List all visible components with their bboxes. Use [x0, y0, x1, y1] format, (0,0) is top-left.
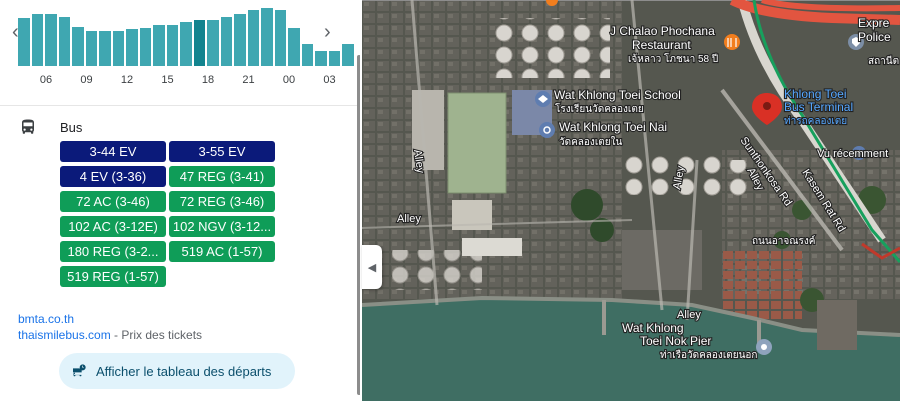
triangle-left-icon: ◀	[367, 261, 377, 274]
histogram-bar[interactable]	[342, 44, 354, 66]
label-recent: Vu récemment	[817, 148, 888, 160]
school-marker[interactable]	[535, 91, 551, 107]
label-chalao-2: Restaurant	[632, 38, 691, 52]
thaismile-link[interactable]: thaismilebus.com - Prix des tickets	[18, 327, 202, 343]
label-terminal-thai: ท่ารถคลองเตย	[784, 116, 847, 127]
green-roof-building	[447, 92, 507, 194]
show-departures-button[interactable]: Afficher le tableau des départs	[59, 353, 295, 389]
divider	[0, 105, 358, 106]
red-roof-cluster	[722, 250, 802, 320]
histogram-bar[interactable]	[315, 51, 327, 66]
hour-label: 18	[201, 74, 215, 86]
histogram-bar[interactable]	[166, 25, 178, 66]
route-chip[interactable]: 47 REG (3-41)	[169, 166, 275, 187]
route-chip[interactable]: 3-44 EV	[60, 141, 166, 162]
route-chip[interactable]: 180 REG (3-2...	[60, 241, 166, 262]
label-alley-west: Alley	[397, 213, 421, 225]
route-chip[interactable]: 102 AC (3-12E)	[60, 216, 166, 237]
panel-scrollbar[interactable]	[357, 55, 360, 395]
histogram-bar[interactable]	[153, 25, 165, 66]
histogram-bar[interactable]	[301, 44, 313, 66]
histogram-bar[interactable]	[220, 17, 232, 66]
label-school: Wat Khlong Toei School	[554, 88, 681, 102]
label-pier: Wat Khlong	[622, 321, 684, 335]
label-alley-pier: Alley	[677, 309, 701, 321]
histogram-bar[interactable]	[112, 31, 124, 66]
restaurant-marker[interactable]	[724, 34, 740, 50]
route-chip[interactable]: 519 REG (1-57)	[60, 266, 166, 287]
histogram-bar[interactable]	[274, 10, 286, 66]
hour-label: 03	[323, 74, 336, 86]
histogram-bar[interactable]	[58, 17, 70, 66]
hour-label: 21	[242, 74, 255, 86]
histogram-bar[interactable]	[180, 22, 192, 66]
hour-label: 15	[161, 74, 174, 86]
histogram-bar[interactable]	[126, 29, 138, 66]
route-chip[interactable]: 102 NGV (3-12...	[169, 216, 275, 237]
histogram-bar[interactable]	[85, 31, 97, 66]
chevron-left-icon[interactable]: ‹	[12, 22, 19, 42]
hour-label: 06	[39, 74, 53, 86]
label-thai-road: ถนนอาจณรงค์	[752, 235, 815, 247]
oil-tank-farm	[490, 18, 610, 78]
show-departures-label: Afficher le tableau des départs	[96, 363, 272, 379]
histogram-bar[interactable]	[288, 28, 300, 66]
histogram-bar[interactable]	[247, 10, 259, 66]
label-terminal-2: Bus Terminal	[784, 100, 853, 114]
histogram-bar[interactable]	[261, 8, 273, 66]
tree-cluster	[571, 189, 603, 221]
temple-marker[interactable]	[539, 122, 555, 138]
bus-schedule-icon	[73, 364, 86, 377]
warehouse	[462, 238, 522, 256]
bmta-link[interactable]: bmta.co.th	[18, 311, 202, 327]
place-details-panel: ‹ › 06 09 12 15 18 21 00 03 Bus 3-44 EV 3-55 EV 4…	[0, 0, 360, 401]
popular-times-histogram	[18, 0, 354, 66]
label-pier-2: Toei Nok Pier	[640, 334, 711, 348]
thaismile-link-text: thaismilebus.com	[18, 328, 111, 342]
route-chip[interactable]: 72 REG (3-46)	[169, 191, 275, 212]
histogram-bar[interactable]	[207, 20, 219, 66]
histogram-bar[interactable]	[45, 14, 57, 66]
hour-label: 00	[282, 74, 296, 86]
pier-marker[interactable]	[756, 339, 772, 355]
thaismile-link-suffix: - Prix des tickets	[110, 328, 203, 342]
histogram-bar[interactable]	[18, 18, 30, 66]
histogram-bar[interactable]	[328, 51, 340, 66]
external-links: bmta.co.th thaismilebus.com - Prix des t…	[18, 311, 202, 343]
label-school-thai: โรงเรียนวัดคลองเตย	[555, 102, 644, 115]
label-police-thai: สถานีต	[868, 55, 899, 67]
hour-axis: 06 09 12 15 18 21 00 03	[0, 74, 360, 88]
collapse-panel-button[interactable]: ◀	[362, 245, 382, 289]
route-chip[interactable]: 4 EV (3-36)	[60, 166, 166, 187]
label-chalao-thai: เจ้หลาว โภชนา 58 ปี	[628, 52, 718, 65]
histogram-bar-current[interactable]	[193, 20, 205, 66]
histogram-bar[interactable]	[31, 14, 43, 66]
route-chip[interactable]: 519 AC (1-57)	[169, 241, 275, 262]
transit-mode-label: Bus	[60, 120, 83, 135]
hour-label: 12	[120, 74, 134, 86]
bus-icon	[22, 119, 34, 134]
label-temple-thai: วัดคลองเตยใน	[559, 136, 622, 148]
label-temple: Wat Khlong Toei Nai	[559, 120, 667, 134]
label-chalao: J Chalao Phochana	[610, 24, 715, 38]
pier	[602, 300, 606, 335]
label-police: Police	[858, 30, 891, 44]
histogram-bar[interactable]	[234, 14, 246, 66]
route-chip[interactable]: 72 AC (3-46)	[60, 191, 166, 212]
chevron-right-icon[interactable]: ›	[324, 22, 331, 42]
label-terminal: Khlong Toei	[784, 87, 847, 101]
label-pier-thai: ท่าเรือวัดคลองเตยนอก	[660, 349, 758, 361]
label-express: Expre	[858, 16, 890, 30]
route-chip[interactable]: 3-55 EV	[169, 141, 275, 162]
hour-label: 09	[80, 74, 93, 86]
histogram-bar[interactable]	[99, 31, 111, 66]
histogram-bar[interactable]	[139, 28, 151, 66]
oil-tank-farm	[707, 160, 752, 200]
satellite-map[interactable]: J Chalao Phochana Restaurant เจ้หลาว โภช…	[362, 0, 900, 401]
histogram-bar[interactable]	[72, 27, 84, 66]
pier-building	[817, 300, 857, 350]
map-view[interactable]: J Chalao Phochana Restaurant เจ้หลาว โภช…	[362, 0, 900, 401]
